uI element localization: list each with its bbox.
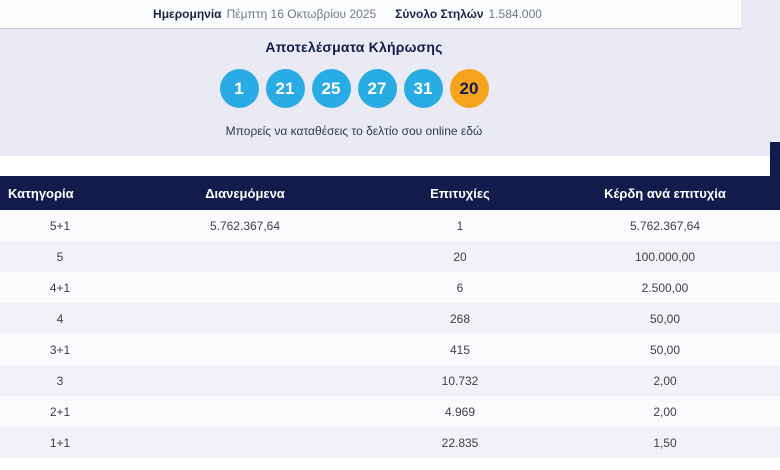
cell-category: 4: [56, 311, 64, 326]
cell-prize: 1,50: [653, 435, 677, 450]
main-number-ball: 27: [357, 69, 397, 108]
table-row: 4+1 6 2.500,00: [0, 272, 780, 303]
cell-winners: 4.969: [444, 404, 476, 419]
table-row: 3 10.732 2,00: [0, 365, 780, 396]
table-row: 4 268 50,00: [0, 303, 780, 334]
table-row: 1+1 22.835 1,50: [0, 427, 780, 458]
cell-prize: 2.500,00: [641, 280, 689, 295]
header-winners: Επιτυχίες: [430, 185, 490, 201]
date-value: Πέμπτη 16 Οκτωβρίου 2025: [226, 7, 377, 21]
cell-category: 1+1: [49, 435, 71, 450]
cell-winners: 22.835: [441, 435, 479, 450]
cell-prize: 50,00: [649, 342, 681, 357]
table-row: 5+1 5.762.367,64 1 5.762.367,64: [0, 210, 780, 241]
header-category: Κατηγορία: [8, 185, 74, 201]
cell-category: 4+1: [49, 280, 71, 295]
cell-prize: 2,00: [653, 373, 677, 388]
cell-winners: 6: [456, 280, 464, 295]
cell-distributed: 5.762.367,64: [209, 218, 281, 233]
cell-category: 5: [56, 249, 64, 264]
main-number-ball: 21: [265, 69, 305, 108]
header-prize-per-winner: Κέρδη ανά επιτυχία: [604, 185, 726, 201]
joker-number-ball: 20: [449, 69, 489, 108]
draw-results-panel: Αποτελέσματα Κλήρωσης 1 21 25 27 31 20 Μπορεί…: [0, 29, 780, 156]
winning-numbers-row: 1 21 25 27 31 20: [219, 69, 489, 108]
table-row: 3+1 415 50,00: [0, 334, 780, 365]
submit-online-link[interactable]: Μπορείς να καταθέσεις το δελτίο σου onli…: [226, 124, 483, 138]
columns-total-label: Σύνολο Στηλών: [395, 7, 484, 21]
cell-winners: 1: [456, 218, 464, 233]
columns-total-value: 1.584.000: [488, 7, 542, 21]
table-row: 2+1 4.969 2,00: [0, 396, 780, 427]
main-number-ball: 31: [403, 69, 443, 108]
draw-results-content: Αποτελέσματα Κλήρωσης 1 21 25 27 31 20 Μπορεί…: [219, 39, 489, 138]
header-distributed: Διανεμόμενα: [205, 185, 285, 201]
prize-table: Κατηγορία Διανεμόμενα Επιτυχίες Κέρδη αν…: [0, 176, 780, 458]
draw-results-title: Αποτελέσματα Κλήρωσης: [265, 39, 443, 55]
cell-category: 3: [56, 373, 64, 388]
cell-category: 3+1: [49, 342, 71, 357]
cell-prize: 50,00: [649, 311, 681, 326]
prize-table-header: Κατηγορία Διανεμόμενα Επιτυχίες Κέρδη αν…: [0, 176, 780, 210]
cell-winners: 268: [449, 311, 471, 326]
table-row: 5 20 100.000,00: [0, 241, 780, 272]
cell-winners: 10.732: [441, 373, 479, 388]
main-number-ball: 25: [311, 69, 351, 108]
date-bar-content: Ημερομηνία Πέμπτη 16 Οκτωβρίου 2025 Σύνο…: [0, 0, 741, 29]
cell-category: 5+1: [49, 218, 71, 233]
cell-winners: 415: [449, 342, 471, 357]
cell-category: 2+1: [49, 404, 71, 419]
cell-prize: 5.762.367,64: [629, 218, 701, 233]
header-right-notch: [770, 142, 780, 176]
section-divider: [0, 156, 780, 176]
top-bar-right-filler: [741, 0, 780, 29]
date-label: Ημερομηνία: [153, 7, 222, 21]
prize-table-body: 5+1 5.762.367,64 1 5.762.367,64 5 20 100.000,0…: [0, 210, 780, 458]
cell-winners: 20: [453, 249, 467, 264]
main-number-ball: 1: [219, 69, 259, 108]
cell-prize: 2,00: [653, 404, 677, 419]
cell-prize: 100.000,00: [634, 249, 696, 264]
top-date-bar: Ημερομηνία Πέμπτη 16 Οκτωβρίου 2025 Σύνο…: [0, 0, 780, 29]
